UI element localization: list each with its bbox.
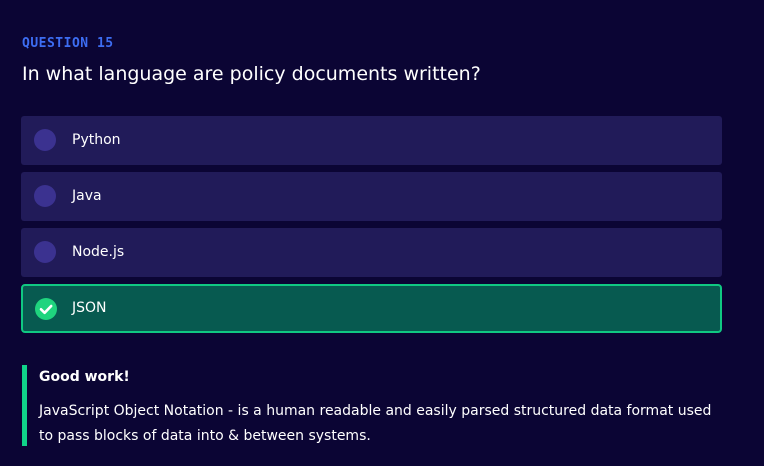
option-label: Java — [72, 188, 102, 204]
option-label: JSON — [72, 300, 107, 316]
answer-option-java[interactable]: Java — [21, 172, 722, 221]
question-text: In what language are policy documents wr… — [22, 63, 481, 85]
answer-option-python[interactable]: Python — [21, 116, 722, 165]
question-number: QUESTION 15 — [22, 36, 114, 51]
option-label: Python — [72, 132, 121, 148]
feedback-title: Good work! — [39, 369, 130, 385]
radio-circle-icon[interactable] — [34, 241, 56, 263]
answer-option-json[interactable]: JSON — [21, 284, 722, 333]
answer-option-nodejs[interactable]: Node.js — [21, 228, 722, 277]
answer-options: Python Java Node.js JSON — [21, 116, 722, 340]
radio-circle-icon[interactable] — [34, 129, 56, 151]
check-circle-icon[interactable] — [35, 298, 57, 320]
feedback-text: JavaScript Object Notation - is a human … — [39, 403, 712, 444]
option-label: Node.js — [72, 244, 125, 260]
radio-circle-icon[interactable] — [34, 185, 56, 207]
feedback-panel: Good work! JavaScript Object Notation - … — [22, 365, 717, 446]
